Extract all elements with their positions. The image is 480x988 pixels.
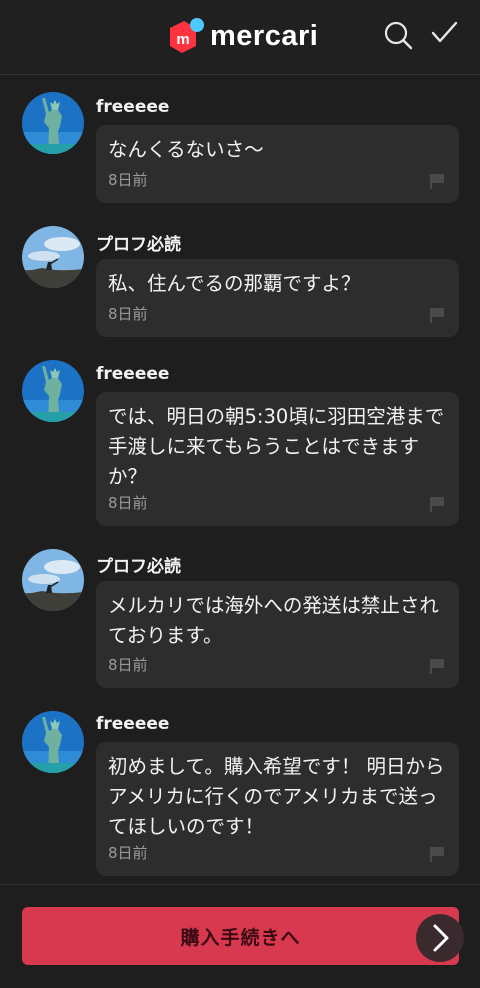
message-bubble: 私、住んでるの那覇ですよ？ 8日前 <box>96 259 459 337</box>
message-text: では、明日の朝5:30頃に羽田空港まで手渡しに来てもらうことはできますか？ <box>108 405 445 488</box>
message-bubble: なんくるないさ〜 8日前 <box>96 125 459 203</box>
sender-name: プロフ必読 <box>96 557 181 577</box>
footer-bar: 購入手続きへ <box>0 884 480 988</box>
sender-name: freeeee <box>96 97 170 117</box>
mercari-logo-text: mercari <box>210 19 319 52</box>
message-text: メルカリでは海外への発送は禁止されております。 <box>108 594 439 647</box>
message-time: 8日前 <box>108 494 148 512</box>
chevron-right-icon[interactable] <box>416 914 464 962</box>
avatar[interactable] <box>22 92 84 154</box>
mercari-logo[interactable]: m mercari <box>166 16 318 56</box>
sender-name: freeeee <box>96 714 170 734</box>
report-flag-icon[interactable] <box>429 307 445 323</box>
message-text: 初めまして。購入希望です！ 明日からアメリカに行くのでアメリカまで送ってほしいの… <box>108 755 445 838</box>
report-flag-icon[interactable] <box>429 496 445 512</box>
avatar[interactable] <box>22 549 84 611</box>
avatar[interactable] <box>22 360 84 422</box>
search-icon[interactable] <box>382 18 416 52</box>
purchase-button[interactable]: 購入手続きへ <box>22 907 459 965</box>
report-flag-icon[interactable] <box>429 658 445 674</box>
check-icon[interactable] <box>428 18 462 52</box>
message-bubble: メルカリでは海外への発送は禁止されております。 8日前 <box>96 581 459 688</box>
sender-name: プロフ必読 <box>96 235 181 255</box>
message-time: 8日前 <box>108 305 148 323</box>
app-header: m mercari <box>0 0 480 75</box>
sender-name: freeeee <box>96 364 170 384</box>
report-flag-icon[interactable] <box>429 846 445 862</box>
message-bubble: では、明日の朝5:30頃に羽田空港まで手渡しに来てもらうことはできますか？ 8日… <box>96 392 459 526</box>
avatar[interactable] <box>22 711 84 773</box>
svg-text:m: m <box>176 31 189 48</box>
message-time: 8日前 <box>108 171 148 189</box>
message-text: 私、住んでるの那覇ですよ？ <box>108 272 361 295</box>
avatar[interactable] <box>22 226 84 288</box>
mercari-logo-mark: m <box>166 16 204 56</box>
report-flag-icon[interactable] <box>429 173 445 189</box>
message-time: 8日前 <box>108 844 148 862</box>
message-bubble: 初めまして。購入希望です！ 明日からアメリカに行くのでアメリカまで送ってほしいの… <box>96 742 459 876</box>
message-text: なんくるないさ〜 <box>108 138 264 161</box>
message-time: 8日前 <box>108 656 148 674</box>
